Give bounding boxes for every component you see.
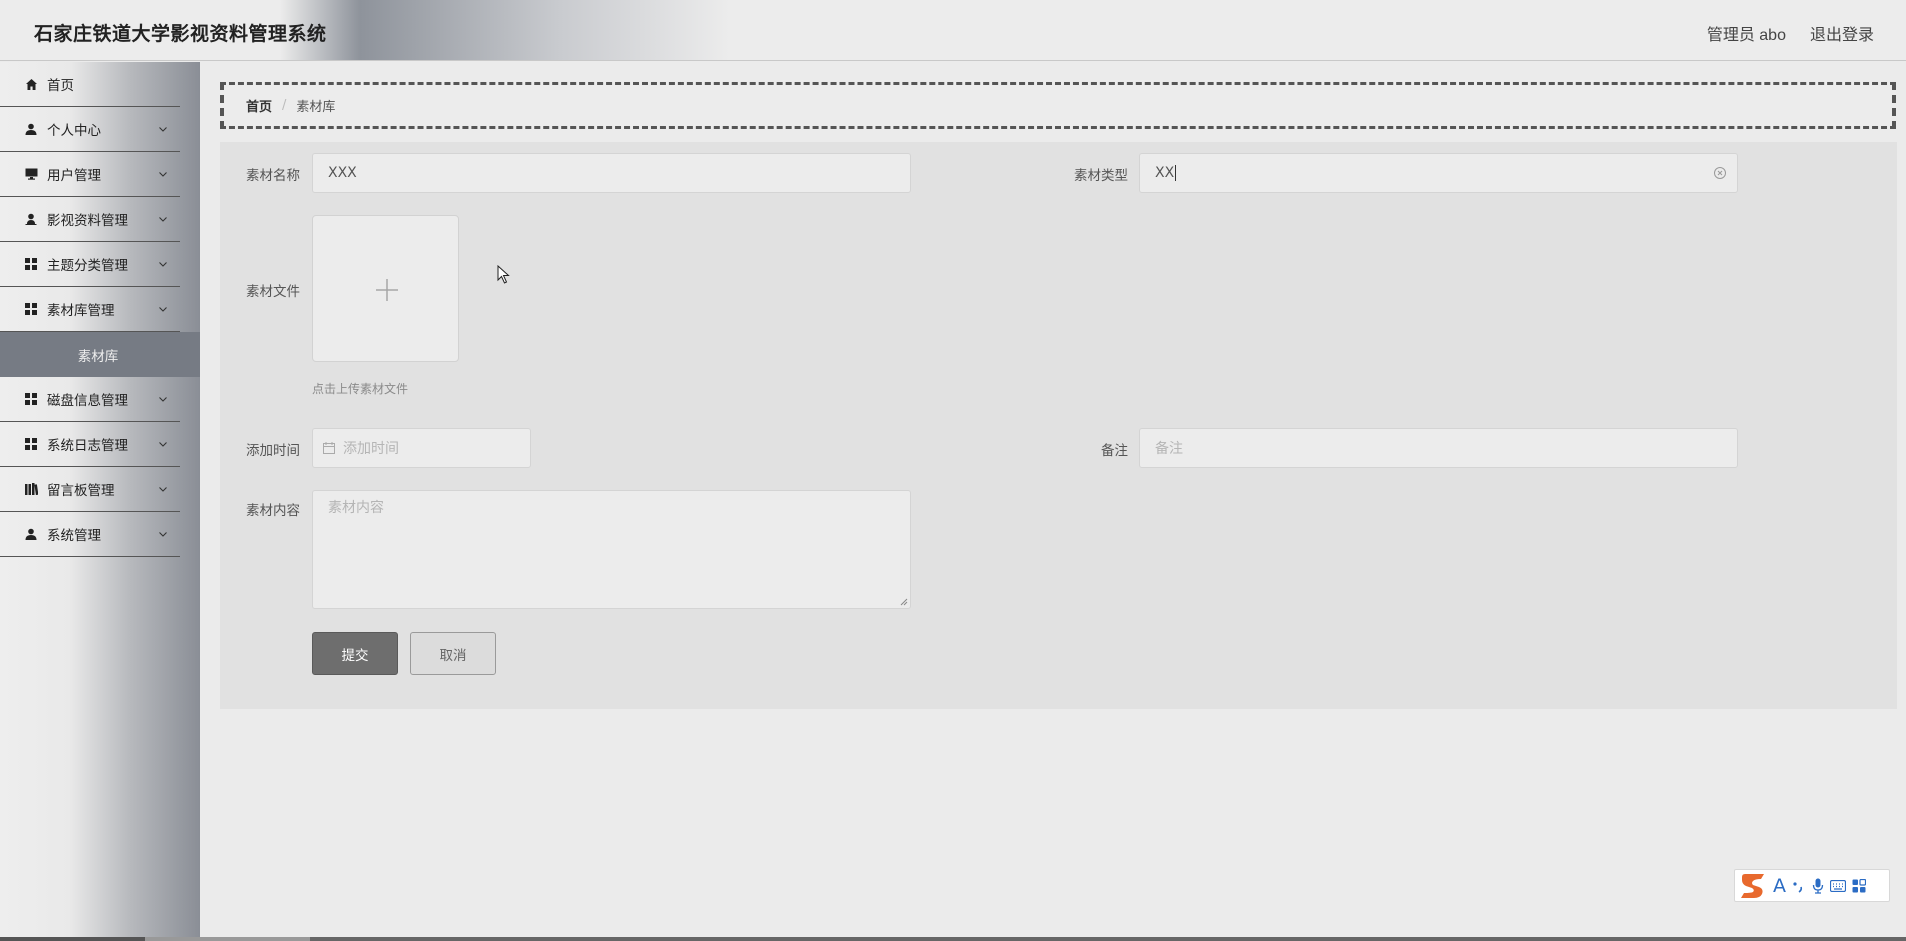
grid-icon <box>24 437 38 451</box>
home-icon <box>24 77 38 91</box>
keyboard-icon[interactable] <box>1830 879 1846 892</box>
admin-user-label[interactable]: 管理员 abo <box>1707 21 1786 45</box>
user-icon <box>24 122 38 136</box>
chevron-down-icon <box>159 532 167 537</box>
clear-input-icon[interactable] <box>1713 166 1727 180</box>
sidebar-item-label: 用户管理 <box>47 168 101 184</box>
breadcrumb-current: 素材库 <box>296 100 336 115</box>
material-type-input[interactable]: XX <box>1139 153 1738 193</box>
grid-icon <box>24 257 38 271</box>
sidebar-item-topics[interactable]: 主题分类管理 <box>0 242 180 287</box>
monitor-icon <box>24 167 38 181</box>
file-upload-box[interactable] <box>312 215 459 362</box>
sidebar-item-label: 素材库管理 <box>47 303 115 319</box>
sidebar-item-media[interactable]: 影视资料管理 <box>0 197 180 242</box>
chevron-down-icon <box>159 217 167 222</box>
taskbar-strip <box>0 937 1906 941</box>
sidebar-item-label: 影视资料管理 <box>47 213 128 229</box>
material-content-placeholder: 素材内容 <box>328 500 384 516</box>
user-icon <box>24 527 38 541</box>
material-name-value: XXX <box>328 165 357 181</box>
chevron-down-icon <box>159 127 167 132</box>
material-type-label: 素材类型 <box>1074 168 1128 184</box>
sidebar-item-label: 主题分类管理 <box>47 258 128 274</box>
sidebar-item-messageboard[interactable]: 留言板管理 <box>0 467 180 512</box>
remark-input[interactable]: 备注 <box>1139 428 1738 468</box>
sidebar-item-users[interactable]: 用户管理 <box>0 152 180 197</box>
sidebar: 首页 个人中心 用户管理 影视资料管理 主题分类管理 素材库管理 素材库 磁盘信… <box>0 62 200 941</box>
breadcrumb-home-link[interactable]: 首页 <box>246 96 272 115</box>
header-user-area: 管理员 abo 退出登录 <box>1707 21 1874 45</box>
logout-link[interactable]: 退出登录 <box>1810 21 1874 45</box>
upload-tip: 点击上传素材文件 <box>312 382 409 396</box>
sidebar-item-home[interactable]: 首页 <box>0 62 180 107</box>
remark-placeholder: 备注 <box>1155 441 1183 457</box>
apps-grid-icon[interactable] <box>1852 878 1866 893</box>
sidebar-subitem-material-library[interactable]: 素材库 <box>0 332 200 377</box>
material-type-value: XX <box>1155 165 1175 181</box>
grid-icon <box>24 302 38 316</box>
resize-grip-icon[interactable] <box>900 598 908 606</box>
remark-label: 备注 <box>1101 443 1128 459</box>
user-icon <box>24 212 38 226</box>
grid-icon <box>24 392 38 406</box>
sidebar-item-label: 个人中心 <box>47 123 101 139</box>
sidebar-item-material[interactable]: 素材库管理 <box>0 287 180 332</box>
add-time-picker[interactable]: 添加时间 <box>312 428 531 468</box>
breadcrumb-separator: / <box>282 98 287 113</box>
material-name-input[interactable]: XXX <box>312 153 911 193</box>
plus-icon <box>376 279 398 301</box>
add-time-placeholder: 添加时间 <box>343 441 399 457</box>
top-header: 石家庄铁道大学影视资料管理系统 管理员 abo 退出登录 <box>0 0 1906 61</box>
books-icon <box>24 482 38 496</box>
chevron-down-icon <box>159 262 167 267</box>
material-form-panel <box>220 142 1897 709</box>
sidebar-item-profile[interactable]: 个人中心 <box>0 107 180 152</box>
chevron-down-icon <box>159 487 167 492</box>
material-content-textarea[interactable]: 素材内容 <box>312 490 911 609</box>
app-title: 石家庄铁道大学影视资料管理系统 <box>34 23 327 45</box>
sidebar-item-disk[interactable]: 磁盘信息管理 <box>0 377 180 422</box>
material-file-label: 素材文件 <box>246 284 300 300</box>
sogou-logo-icon[interactable] <box>1739 873 1767 899</box>
sidebar-item-label: 系统日志管理 <box>47 438 128 454</box>
chevron-down-icon <box>159 397 167 402</box>
mouse-pointer-icon <box>497 265 510 284</box>
ime-language-icon[interactable]: A <box>1773 875 1786 897</box>
breadcrumb: 首页 / 素材库 <box>220 82 1896 129</box>
punctuation-icon[interactable] <box>1792 879 1806 893</box>
material-content-label: 素材内容 <box>246 503 300 519</box>
chevron-down-icon <box>159 442 167 447</box>
sidebar-item-label: 磁盘信息管理 <box>47 393 128 409</box>
microphone-icon[interactable] <box>1812 878 1824 894</box>
sidebar-item-label: 首页 <box>47 78 74 94</box>
chevron-down-icon <box>159 307 167 312</box>
cancel-button[interactable]: 取消 <box>410 632 496 675</box>
submit-button[interactable]: 提交 <box>312 632 398 675</box>
text-caret <box>1175 165 1177 181</box>
sidebar-item-label: 系统管理 <box>47 528 101 544</box>
sidebar-subitem-label: 素材库 <box>77 348 119 365</box>
chevron-down-icon <box>159 172 167 177</box>
ime-toolbar: A <box>1734 869 1890 902</box>
sidebar-item-label: 留言板管理 <box>47 483 115 499</box>
add-time-label: 添加时间 <box>246 443 300 459</box>
material-name-label: 素材名称 <box>246 168 300 184</box>
sidebar-item-logs[interactable]: 系统日志管理 <box>0 422 180 467</box>
calendar-icon <box>323 442 335 454</box>
sidebar-item-system[interactable]: 系统管理 <box>0 512 180 557</box>
